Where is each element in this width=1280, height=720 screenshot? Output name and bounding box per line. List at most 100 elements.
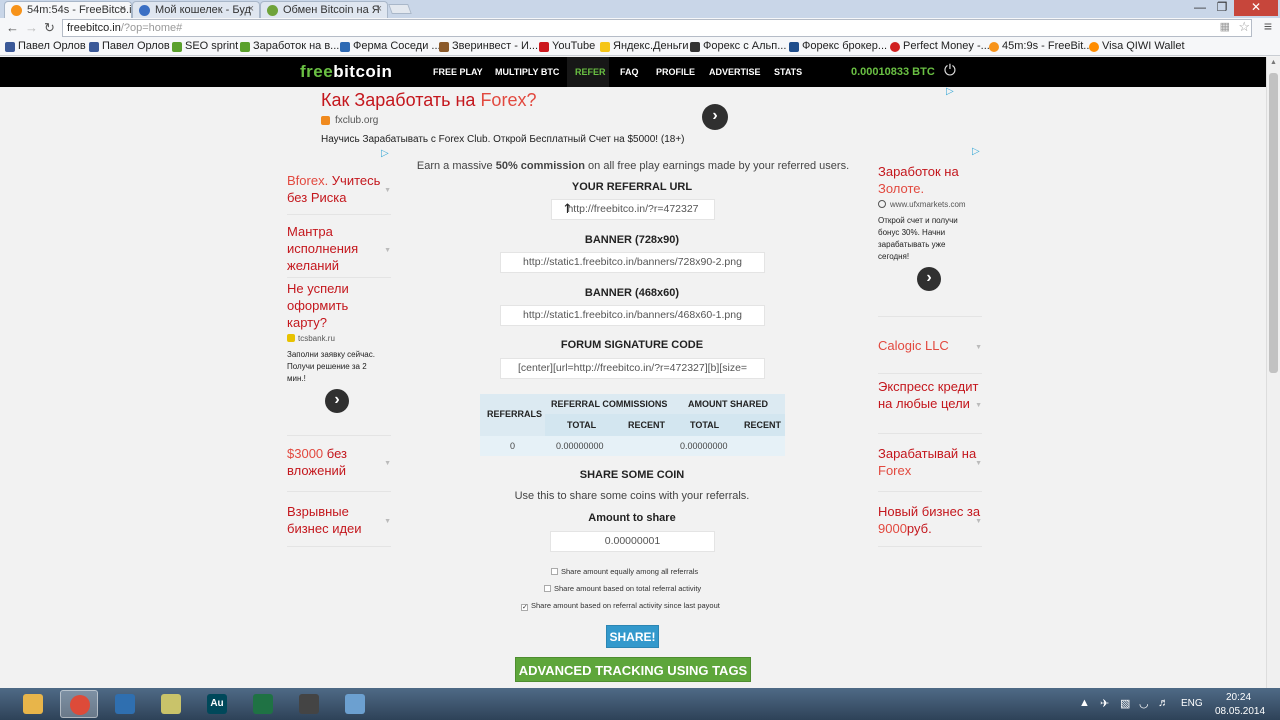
col-commissions-total: TOTAL [567,420,597,430]
page-scrollbar[interactable]: ▲ [1266,57,1280,688]
bookmark-star-icon[interactable]: ☆ [1238,19,1250,35]
left-ad-business-ideas[interactable]: Взрывные бизнес идеи ▼ [287,503,391,537]
share-option-total-activity[interactable]: Share amount based on total referral act… [544,584,701,593]
bookmark-item[interactable]: SEO sprint [172,40,238,52]
left-ad-tcsbank[interactable]: Не успели оформить карту? [287,280,391,331]
adchoices-icon[interactable]: ▷ [946,86,954,97]
scroll-up-arrow-icon[interactable]: ▲ [1270,59,1277,66]
left-ad-3000[interactable]: $3000 без вложений ▼ [287,445,391,479]
ad-description[interactable]: Заполни заявку сейчас. Получи решение за… [287,349,387,385]
address-bar[interactable]: freebitco.in/?op=home# [62,19,1252,37]
referral-url-field[interactable]: http://freebitco.in/?r=472327 [551,199,715,220]
checkbox[interactable] [544,585,551,592]
share-button[interactable]: SHARE! [606,625,659,648]
nav-profile[interactable]: PROFILE [656,67,695,77]
tab-close-icon[interactable]: × [120,3,126,15]
bookmark-item[interactable]: Perfect Money -... [890,40,990,52]
ad-description[interactable]: Открой счет и получи бонус 30%. Начни за… [878,215,970,263]
clock-date[interactable]: 08.05.2014 [1215,706,1265,717]
clock-time[interactable]: 20:24 [1226,692,1251,703]
ad-url[interactable]: tcsbank.ru [298,334,335,343]
advanced-tracking-button[interactable]: ADVANCED TRACKING USING TAGS [515,657,751,682]
left-ad-arrow-icon[interactable]: › [325,389,349,413]
freebitcoin-logo[interactable]: freebitcoin [300,62,392,82]
adchoices-icon[interactable]: ▷ [972,146,980,157]
taskbar-app4[interactable] [152,690,190,718]
bookmark-item[interactable]: Ферма Соседи ... [340,40,441,52]
signal-icon[interactable]: ◡ [1139,697,1149,710]
new-tab-button[interactable] [388,4,412,14]
banner-728-url-field[interactable]: http://static1.freebitco.in/banners/728x… [500,252,765,273]
ad-url[interactable]: www.ufxmarkets.com [890,200,966,209]
language-indicator[interactable]: ENG [1181,698,1203,709]
maximize-button[interactable]: ❐ [1212,0,1232,16]
left-ad-bforex[interactable]: Bforex. Учитесь без Риска ▼ [287,172,391,206]
referral-stats-table: REFERRALS REFERRAL COMMISSIONS AMOUNT SH… [480,394,785,456]
right-ad-business[interactable]: Новый бизнес за 9000руб. ▼ [878,503,982,537]
tab-close-icon[interactable]: × [248,3,254,15]
volume-icon[interactable]: ♬ [1158,697,1169,709]
minimize-button[interactable]: — [1190,0,1210,16]
tray-app-icon[interactable]: ✈ [1100,697,1109,710]
bookmark-item[interactable]: Форекс брокер... [789,40,887,52]
col-referral-commissions: REFERRAL COMMISSIONS [551,399,668,409]
taskbar-app3[interactable] [106,690,144,718]
checkbox-checked[interactable]: ✓ [521,604,528,611]
share-option-equal[interactable]: Share amount equally among all referrals [551,567,698,576]
forward-arrow-icon[interactable]: → [25,20,38,35]
bookmark-label: Павел Орлов [18,40,86,52]
top-ad-title[interactable]: Как Заработать на Forex? [321,90,536,111]
taskbar-chrome[interactable] [60,690,98,718]
right-ad-credit[interactable]: Экспресс кредит на любые цели ▼ [878,378,982,412]
nav-free-play[interactable]: FREE PLAY [433,67,483,77]
nav-refer[interactable]: REFER [575,67,606,77]
bookmark-item[interactable]: Visa QIWI Wallet [1089,40,1185,52]
bookmark-item[interactable]: Павел Орлов [89,40,170,52]
right-ad-forex[interactable]: Зарабатывай на Forex ▼ [878,445,982,479]
adchoices-icon[interactable]: ▷ [381,148,389,159]
nav-faq[interactable]: FAQ [620,67,639,77]
tab-exchange[interactable]: Обмен Bitcoin на Я × [260,1,388,18]
amount-to-share-input[interactable]: 0.00000001 [550,531,715,552]
right-ad-gold[interactable]: Заработок на Золоте. [878,163,982,197]
scroll-thumb[interactable] [1269,73,1278,373]
share-option-since-payout[interactable]: ✓ Share amount based on referral activity… [521,601,720,611]
banner-468-url-field[interactable]: http://static1.freebitco.in/banners/468x… [500,305,765,326]
checkbox[interactable] [551,568,558,575]
top-ad-url[interactable]: fxclub.org [335,115,378,126]
page-action-icon[interactable]: ▦ [1220,20,1230,33]
taskbar-explorer[interactable] [14,690,52,718]
network-icon[interactable]: ▧ [1120,697,1130,710]
taskbar-audition[interactable]: Au [198,690,236,718]
back-arrow-icon[interactable]: ← [6,20,19,35]
bookmark-item[interactable]: Павел Орлов [5,40,86,52]
tab-wallet[interactable]: Мой кошелек - Буд × [132,1,260,18]
bookmark-item[interactable]: YouTube [539,40,595,52]
taskbar-excel[interactable] [244,690,282,718]
window-close-button[interactable]: ✕ [1234,0,1278,16]
top-ad-arrow-icon[interactable]: › [702,104,728,130]
chrome-menu-icon[interactable]: ≡ [1264,18,1272,34]
nav-advertise[interactable]: ADVERTISE [709,67,761,77]
nav-stats[interactable]: STATS [774,67,802,77]
bookmark-item[interactable]: Заработок на в... [240,40,339,52]
nav-multiply-btc[interactable]: MULTIPLY BTC [495,67,559,77]
ad-chevron-icon: ▼ [975,518,982,525]
bookmark-item[interactable]: Яндекс.Деньги [600,40,689,52]
taskbar-app8[interactable] [336,690,374,718]
taskbar-app7[interactable] [290,690,328,718]
logout-power-icon[interactable]: ⏻ [944,62,956,79]
left-ad-mantra[interactable]: Мантра исполнения желаний ▼ [287,223,391,274]
reload-icon[interactable]: ↻ [44,20,55,36]
bookmark-item[interactable]: 45m:9s - FreeBit... [989,40,1092,52]
tab-close-icon[interactable]: × [376,3,382,15]
right-ad-calogic[interactable]: Calogic LLC ▼ [878,337,982,354]
bookmark-item[interactable]: Зверинвест - И... [439,40,538,52]
tray-expand-icon[interactable]: ▲ [1079,697,1090,709]
tab-freebitcoin[interactable]: 54m:54s - FreeBitco.i × [4,1,132,18]
bookmark-item[interactable]: Форекс с Альп... [690,40,786,52]
right-ad-arrow-icon[interactable]: › [917,267,941,291]
ad-divider [287,491,391,492]
forum-signature-field[interactable]: [center][url=http://freebitco.in/?r=4723… [500,358,765,379]
top-ad-description[interactable]: Научись Зарабатывать с Forex Club. Откро… [321,134,685,145]
